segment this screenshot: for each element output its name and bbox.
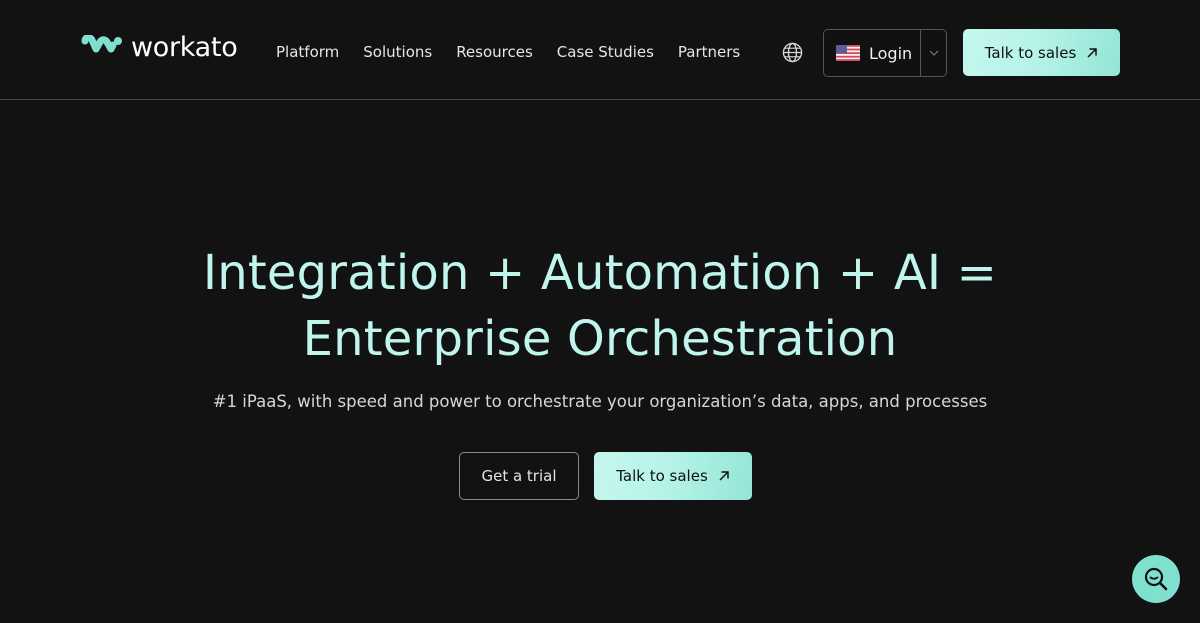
arrow-up-right-icon <box>1087 47 1098 58</box>
nav-platform[interactable]: Platform <box>276 42 339 62</box>
nav-partners[interactable]: Partners <box>678 42 740 62</box>
nav-solutions[interactable]: Solutions <box>363 42 432 62</box>
get-a-trial-label: Get a trial <box>481 467 557 485</box>
workato-logo[interactable]: workato <box>81 32 238 63</box>
hero-title-line2: Enterprise Orchestration <box>302 311 898 367</box>
us-flag-icon <box>836 45 860 61</box>
login-group: Login <box>823 29 947 77</box>
logo-text: workato <box>131 32 238 63</box>
main-nav: Platform Solutions Resources Case Studie… <box>276 42 764 62</box>
arrow-up-right-icon <box>719 471 729 481</box>
globe-icon[interactable] <box>782 42 803 63</box>
talk-to-sales-label: Talk to sales <box>984 43 1077 62</box>
hero-subtitle: #1 iPaaS, with speed and power to orches… <box>212 392 988 411</box>
login-dropdown-toggle[interactable] <box>921 30 946 76</box>
hero-talk-to-sales-label: Talk to sales <box>616 467 708 485</box>
hero-title-line1: Integration + Automation + AI = <box>202 245 998 301</box>
header-talk-to-sales-button[interactable]: Talk to sales <box>963 29 1120 76</box>
chevron-down-icon <box>929 50 938 56</box>
nav-case-studies[interactable]: Case Studies <box>557 42 654 62</box>
login-button[interactable]: Login <box>824 30 921 76</box>
nav-resources[interactable]: Resources <box>456 42 533 62</box>
hero-talk-to-sales-button[interactable]: Talk to sales <box>594 452 752 500</box>
search-icon <box>1144 567 1168 591</box>
login-label: Login <box>869 43 913 63</box>
workato-logo-icon <box>81 34 122 52</box>
site-header: workato Platform Solutions Resources Cas… <box>0 0 1200 100</box>
search-fab-button[interactable] <box>1132 555 1180 603</box>
hero-title: Integration + Automation + AI = Enterpri… <box>0 240 1200 372</box>
get-a-trial-button[interactable]: Get a trial <box>459 452 579 500</box>
